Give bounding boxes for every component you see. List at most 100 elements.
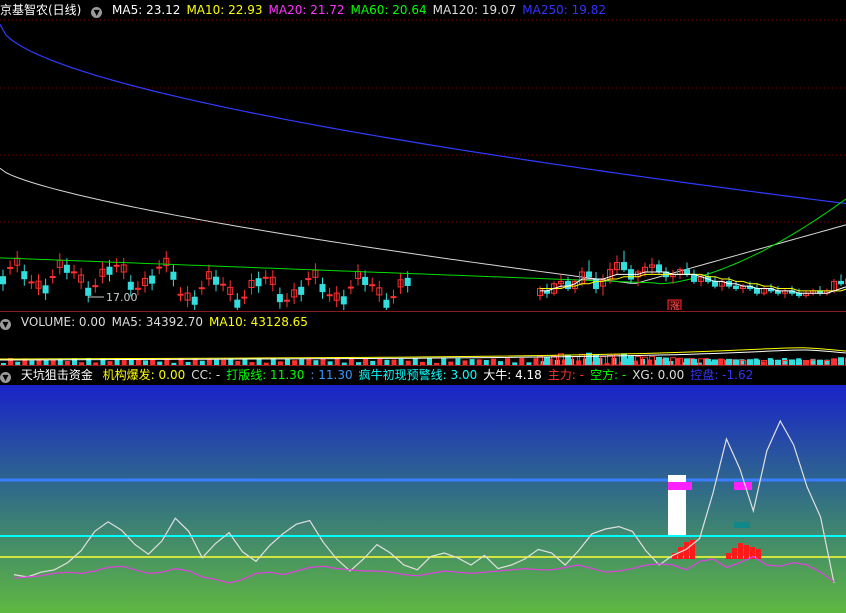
volume-bar-bg <box>505 358 511 365</box>
volume-bar-bg <box>348 358 354 365</box>
indicator-title[interactable]: 天坑狙击资金 <box>21 368 93 382</box>
bg-candle-body <box>255 278 262 287</box>
indicator-label-2: 打版线: 11.30 <box>226 368 305 382</box>
indicator-panel-header: ▼ 天坑狙击资金 机构爆发: 0.00 CC: - 打版线: 11.30 : 11.3… <box>0 367 765 383</box>
bg-candle-body <box>326 294 333 297</box>
bg-candle-body <box>340 296 347 305</box>
bg-candle-body <box>404 277 411 286</box>
volume-bar <box>544 356 550 365</box>
volume-label-0: VOLUME: 0.00 <box>20 315 106 329</box>
volume-bar-bg <box>363 358 369 365</box>
bg-candle-body <box>347 286 354 289</box>
bg-candle-body <box>49 276 56 279</box>
bg-candle-body <box>85 287 92 296</box>
indicator-label-4: 疯牛初现预警线: 3.00 <box>358 368 478 382</box>
bg-candle-body <box>113 264 120 267</box>
bg-candle-body <box>21 271 28 280</box>
bg-candle-body <box>369 284 376 287</box>
volume-label-1: MA5: 34392.70 <box>111 315 203 329</box>
red-signal-bar <box>744 545 749 559</box>
bg-candle-body <box>284 299 290 302</box>
bg-candle-body <box>362 276 369 285</box>
volume-bar-bg <box>519 358 525 365</box>
red-signal-bar <box>756 549 761 559</box>
indicator-label-8: XG: 0.00 <box>632 368 685 382</box>
red-signal-bar <box>732 548 737 559</box>
bg-candle-body <box>156 266 163 269</box>
volume-bar-bg <box>455 358 461 365</box>
bg-candle-body <box>92 285 99 288</box>
candle-body <box>565 280 571 289</box>
zhang-badge: 涨 <box>670 301 680 310</box>
volume-panel-header: ▼ VOLUME: 0.00 MA5: 34392.70 MA10: 43128.6… <box>0 314 320 330</box>
candle-body <box>593 278 599 289</box>
indicator-label-0: 机构爆发: 0.00 <box>102 368 186 382</box>
bg-candle-body <box>28 281 35 284</box>
panel-divider <box>0 311 846 312</box>
bg-candle-body <box>191 296 198 305</box>
indicator-label-6: 主力: - <box>547 368 584 382</box>
red-signal-bar <box>738 543 743 559</box>
indicator-label-7: 空方: - <box>590 368 627 382</box>
bg-candle-body <box>298 286 305 295</box>
volume-chart <box>0 347 846 365</box>
ma250-line <box>0 24 846 205</box>
bg-candle-body <box>241 296 248 299</box>
indicator-label-1: CC: - <box>191 368 221 382</box>
bg-candle-body <box>170 271 177 280</box>
indicator-label-3: : 11.30 <box>310 368 353 382</box>
volume-bar-bg <box>412 358 418 365</box>
candle-body <box>733 285 739 289</box>
bg-candle-body <box>42 285 49 294</box>
magenta-signal-2 <box>734 482 752 490</box>
chevron-down-icon[interactable]: ▼ <box>0 319 11 330</box>
volume-bar-bg <box>427 358 432 365</box>
volume-bar-bg <box>441 358 447 365</box>
chevron-down-icon[interactable]: ▼ <box>0 372 11 383</box>
bg-candle-body <box>177 293 184 296</box>
ma120-line <box>0 167 846 284</box>
bg-candle-body <box>213 276 219 285</box>
bg-candle-body <box>305 278 312 281</box>
red-signal-bar <box>726 553 731 559</box>
low-marker-label: 17.00 <box>106 291 138 304</box>
indicator-chart <box>0 385 846 613</box>
volume-label-2: MA10: 43128.65 <box>208 315 308 329</box>
candle-body <box>621 262 627 271</box>
bg-candle-body <box>276 294 283 303</box>
candle-body <box>838 280 844 285</box>
bg-candle-body <box>63 264 70 273</box>
ma5-line <box>540 271 846 294</box>
volume-bar <box>656 356 662 365</box>
volume-bar <box>663 357 669 365</box>
ma60-line <box>0 198 846 285</box>
bg-candle-body <box>383 299 390 308</box>
bg-candle-body <box>234 299 241 308</box>
candle-body <box>684 269 690 275</box>
indicator-label-5: 大牛: 4.18 <box>483 368 542 382</box>
bg-candle-body <box>149 275 156 284</box>
bg-candle-body <box>71 271 77 274</box>
volume-bar <box>628 355 634 365</box>
candle-body <box>712 280 718 287</box>
indicator-legend: 机构爆发: 0.00 CC: - 打版线: 11.30 : 11.30 疯牛初现预警线:… <box>103 368 760 382</box>
bg-candle-body <box>0 276 6 285</box>
candle-body <box>586 271 592 278</box>
indicator-background <box>0 385 846 613</box>
panel-divider <box>0 365 846 366</box>
bg-candle-body <box>198 287 205 290</box>
candle-body <box>754 287 760 294</box>
bg-candle-body <box>220 283 227 286</box>
bg-candle-body <box>134 287 141 290</box>
bg-candle-body <box>7 266 14 269</box>
bg-candle-body <box>127 281 134 290</box>
volume-legend: VOLUME: 0.00 MA5: 34392.70 MA10: 43128.65 <box>21 315 314 329</box>
volume-bar-bg <box>334 358 340 365</box>
indicator-label-9: 控盘: -1.62 <box>690 368 754 382</box>
volume-bar <box>838 357 844 365</box>
bg-candle-body <box>319 284 326 293</box>
magenta-signal-1 <box>668 482 692 490</box>
bg-candle-body <box>262 276 269 279</box>
candle-body <box>656 264 662 273</box>
bg-candle-body <box>106 266 113 275</box>
